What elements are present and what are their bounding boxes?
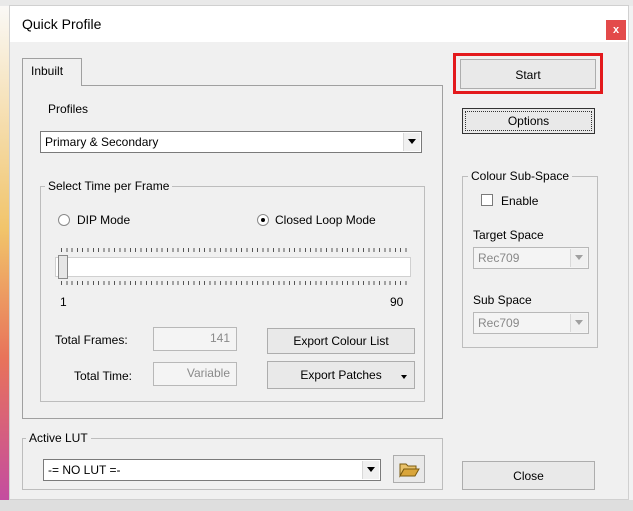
- sub-space-value: Rec709: [478, 316, 520, 330]
- dip-mode-radio[interactable]: [58, 214, 70, 226]
- closed-loop-mode-radio[interactable]: [257, 214, 269, 226]
- active-lut-select[interactable]: -= NO LUT =-: [43, 459, 381, 481]
- sub-space-select[interactable]: Rec709: [473, 312, 589, 334]
- time-per-frame-title: Select Time per Frame: [45, 179, 173, 193]
- chevron-down-icon[interactable]: [570, 314, 587, 332]
- enable-checkbox[interactable]: [481, 194, 493, 206]
- quick-profile-dialog: Quick Profile x Inbuilt Profiles Primary…: [9, 5, 629, 500]
- title-bar: Quick Profile x: [10, 6, 628, 42]
- active-lut-group: Active LUT -= NO LUT =-: [22, 431, 443, 490]
- profiles-select[interactable]: Primary & Secondary: [40, 131, 422, 153]
- chevron-down-icon[interactable]: [362, 461, 379, 479]
- target-space-select[interactable]: Rec709: [473, 247, 589, 269]
- inbuilt-tab-panel: Profiles Primary & Secondary Select Time…: [22, 85, 443, 419]
- start-button[interactable]: Start: [460, 59, 596, 89]
- chevron-down-icon[interactable]: [403, 133, 420, 151]
- tab-inbuilt[interactable]: Inbuilt: [22, 58, 82, 86]
- active-lut-title: Active LUT: [26, 431, 91, 445]
- target-space-label: Target Space: [473, 228, 544, 242]
- total-time-label: Total Time:: [74, 369, 133, 383]
- dropdown-arrow-icon: [401, 375, 407, 379]
- total-frames-label: Total Frames:: [55, 333, 128, 347]
- folder-open-icon: [399, 463, 420, 478]
- export-patches-button[interactable]: Export Patches: [267, 361, 415, 389]
- close-button[interactable]: Close: [462, 461, 595, 490]
- time-per-frame-group: Select Time per Frame DIP Mode Closed Lo…: [40, 179, 425, 402]
- colour-subspace-title: Colour Sub-Space: [468, 169, 573, 183]
- profiles-selected-value: Primary & Secondary: [45, 135, 159, 149]
- export-colour-list-button[interactable]: Export Colour List: [267, 328, 415, 354]
- window-title: Quick Profile: [22, 16, 102, 32]
- total-frames-field: 141: [153, 327, 237, 351]
- frame-time-slider-thumb[interactable]: [58, 255, 68, 279]
- target-space-value: Rec709: [478, 251, 520, 265]
- slider-ticks-top: [61, 248, 411, 252]
- slider-min-label: 1: [60, 295, 67, 309]
- closed-loop-mode-label: Closed Loop Mode: [275, 213, 376, 227]
- dip-mode-label: DIP Mode: [77, 213, 131, 227]
- frame-time-slider-track[interactable]: [55, 257, 411, 277]
- tab-label: Inbuilt: [31, 64, 64, 78]
- slider-max-label: 90: [390, 295, 404, 309]
- close-window-button[interactable]: x: [606, 20, 626, 40]
- options-button[interactable]: Options: [462, 108, 595, 134]
- export-patches-label: Export Patches: [300, 368, 382, 382]
- active-lut-selected-value: -= NO LUT =-: [48, 463, 121, 477]
- background-bottom-strip: [0, 500, 633, 511]
- enable-label: Enable: [501, 194, 539, 208]
- slider-ticks-bottom: [61, 281, 411, 285]
- total-time-field: Variable: [153, 362, 237, 386]
- sub-space-label: Sub Space: [473, 293, 532, 307]
- open-lut-button[interactable]: [393, 455, 425, 483]
- chevron-down-icon[interactable]: [570, 249, 587, 267]
- colour-subspace-group: Colour Sub-Space Enable Target Space Rec…: [462, 169, 598, 348]
- profiles-label: Profiles: [48, 102, 89, 116]
